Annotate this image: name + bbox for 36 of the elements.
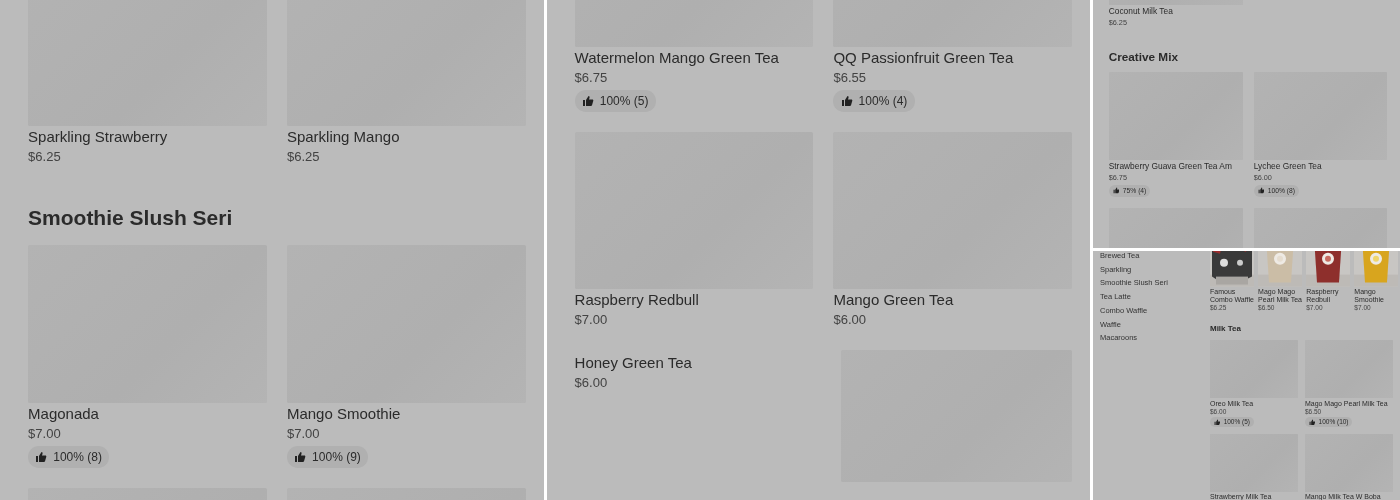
item-price: $6.25	[286, 147, 321, 166]
item-price: $6.25	[28, 147, 62, 166]
item-price: $6.00	[833, 311, 868, 330]
item-name[interactable]: Strawberry Guava Green Tea Am	[1108, 160, 1243, 173]
item-name[interactable]: Watermelon Mango Green Tea	[574, 47, 814, 68]
section-heading: Milk Tea	[1210, 323, 1242, 335]
section-heading: Smoothie Slush Seri	[28, 205, 234, 232]
thumbs-up-icon	[1308, 418, 1316, 426]
item-name[interactable]: Sparkling Mango	[286, 126, 526, 147]
item-name[interactable]: Sparkling Strawberry	[28, 126, 267, 147]
item-price: $6.00	[574, 373, 609, 392]
item-name[interactable]: Coconut Milk Tea	[1108, 5, 1243, 17]
item-price: $7.00	[28, 424, 62, 443]
item-name[interactable]: Honey Green Tea	[574, 352, 692, 373]
item-name[interactable]: Lychee Green Tea	[1253, 160, 1388, 173]
item-price: $7.00	[574, 311, 609, 330]
thumbs-up-icon	[1213, 418, 1221, 426]
item-name[interactable]: Mango Green Tea	[833, 290, 1073, 311]
thumbs-up-icon	[1112, 187, 1120, 195]
thumbs-up-icon	[1257, 187, 1265, 195]
rating-text: 100% (5)	[599, 93, 649, 108]
item-name[interactable]: Mango Smoothie	[286, 403, 526, 424]
thumbs-up-icon	[294, 451, 307, 464]
rating-text: 100% (4)	[858, 93, 908, 108]
item-name[interactable]: QQ Passionfruit Green Tea	[833, 47, 1073, 68]
thumbs-up-icon	[840, 94, 853, 107]
item-price: $6.55	[833, 68, 868, 87]
rating-text: 100% (9)	[312, 450, 361, 465]
rating-text: 100% (8)	[53, 450, 102, 465]
thumbs-up-icon	[35, 451, 48, 464]
thumbs-up-icon	[581, 94, 594, 107]
section-heading: Creative Mix	[1108, 49, 1179, 65]
item-name[interactable]: Raspberry Redbull	[574, 290, 814, 311]
item-price: $6.75	[574, 68, 609, 87]
item-price: $7.00	[286, 424, 321, 443]
item-name[interactable]: Magonada	[28, 403, 267, 424]
